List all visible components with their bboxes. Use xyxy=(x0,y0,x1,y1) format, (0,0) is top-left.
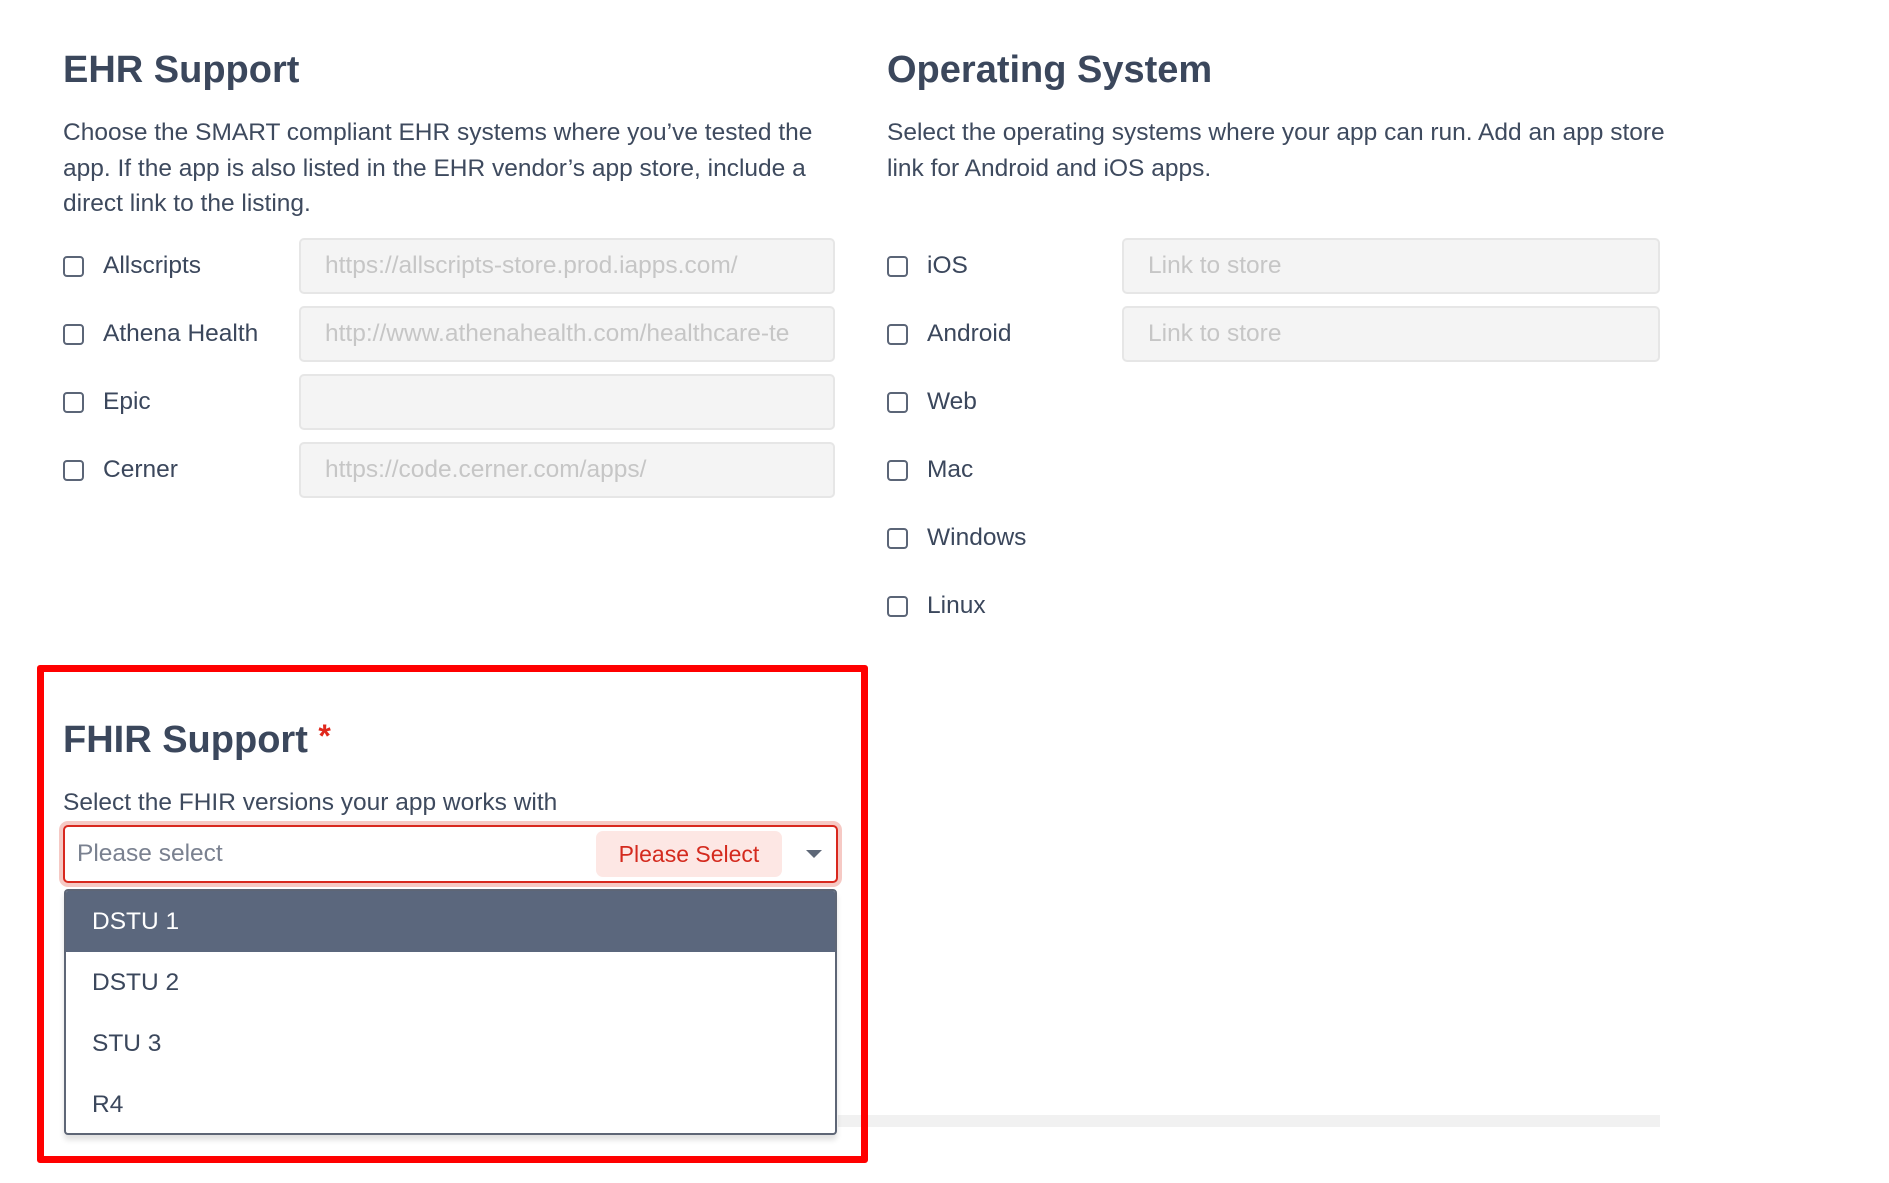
athena-health-checkbox[interactable] xyxy=(63,324,84,345)
ehr-row-cerner: Cerner xyxy=(63,442,835,500)
os-row-linux: Linux xyxy=(887,578,1287,636)
web-label: Web xyxy=(927,388,977,415)
ehr-row-athena-health: Athena Health xyxy=(63,306,835,364)
epic-checkbox[interactable] xyxy=(63,392,84,413)
allscripts-checkbox[interactable] xyxy=(63,256,84,277)
cerner-link-input[interactable] xyxy=(299,442,835,498)
operating-system-heading: Operating System xyxy=(887,49,1213,91)
epic-label: Epic xyxy=(103,388,151,415)
android-label: Android xyxy=(927,320,1012,347)
os-row-web: Web xyxy=(887,374,1287,432)
cerner-label: Cerner xyxy=(103,456,178,483)
ehr-support-description: Choose the SMART compliant EHR systems w… xyxy=(63,119,813,217)
athena-health-link-input[interactable] xyxy=(299,306,835,362)
ios-label: iOS xyxy=(927,252,968,279)
os-row-mac: Mac xyxy=(887,442,1287,500)
windows-checkbox[interactable] xyxy=(887,528,908,549)
allscripts-label: Allscripts xyxy=(103,252,202,279)
os-row-android: Android xyxy=(887,306,1660,364)
allscripts-link-input[interactable] xyxy=(299,238,835,294)
cerner-checkbox[interactable] xyxy=(63,460,84,481)
android-checkbox[interactable] xyxy=(887,324,908,345)
linux-label: Linux xyxy=(927,592,986,619)
android-store-link-input[interactable] xyxy=(1122,306,1660,362)
operating-system-description: Select the operating systems where your … xyxy=(887,119,1665,182)
annotation-highlight-box xyxy=(37,665,868,1163)
ios-checkbox[interactable] xyxy=(887,256,908,277)
ehr-row-allscripts: Allscripts xyxy=(63,238,835,296)
linux-checkbox[interactable] xyxy=(887,596,908,617)
athena-health-label: Athena Health xyxy=(103,320,259,347)
windows-label: Windows xyxy=(927,524,1027,551)
web-checkbox[interactable] xyxy=(887,392,908,413)
mac-checkbox[interactable] xyxy=(887,460,908,481)
ios-store-link-input[interactable] xyxy=(1122,238,1660,294)
os-row-windows: Windows xyxy=(887,510,1287,568)
mac-label: Mac xyxy=(927,456,974,483)
ehr-support-heading: EHR Support xyxy=(63,49,300,91)
section-divider-bar xyxy=(838,1115,1660,1127)
os-row-ios: iOS xyxy=(887,238,1660,296)
epic-link-input[interactable] xyxy=(299,374,835,430)
ehr-row-epic: Epic xyxy=(63,374,835,432)
